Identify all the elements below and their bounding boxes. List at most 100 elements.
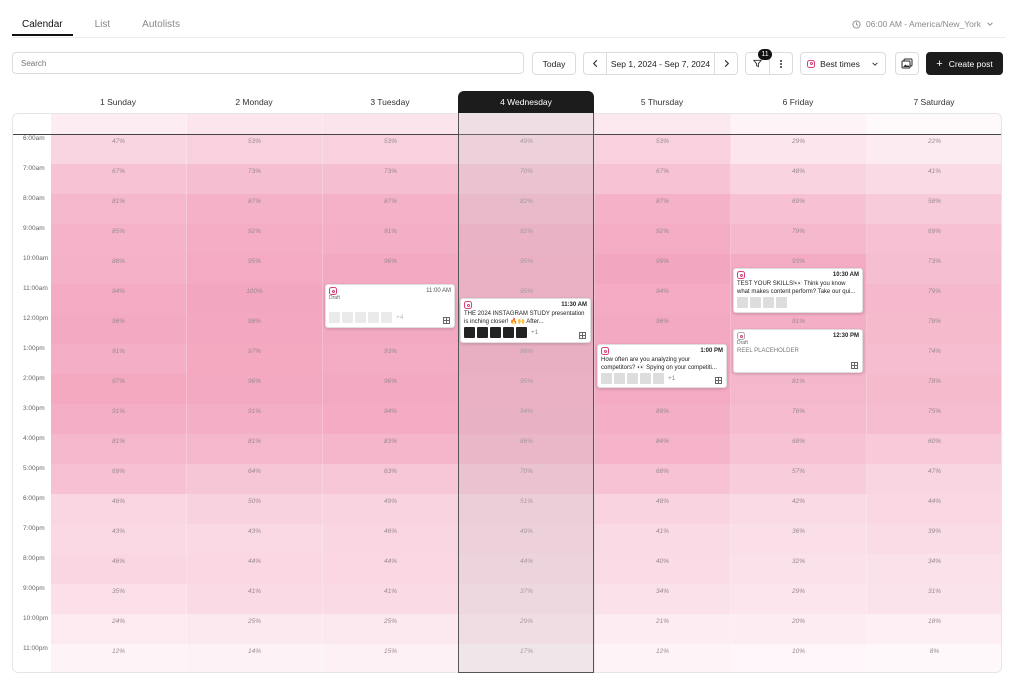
timezone-selector[interactable]: 06:00 AM - America/New_York bbox=[852, 19, 994, 29]
heatmap-cell[interactable]: 81% bbox=[51, 194, 187, 224]
heatmap-cell[interactable]: 29% bbox=[187, 114, 323, 134]
heatmap-cell[interactable]: 49% bbox=[323, 494, 459, 524]
heatmap-cell[interactable]: 41% bbox=[323, 584, 459, 614]
heatmap-cell[interactable]: 42% bbox=[731, 494, 867, 524]
heatmap-cell[interactable]: 47% bbox=[51, 134, 187, 164]
day-header[interactable]: 6 Friday bbox=[730, 91, 866, 113]
heatmap-cell[interactable]: 95% bbox=[187, 254, 323, 284]
heatmap-cell[interactable]: 41% bbox=[867, 164, 1001, 194]
tab-list[interactable]: List bbox=[85, 12, 121, 36]
heatmap-cell[interactable]: 96% bbox=[323, 254, 459, 284]
post-card[interactable]: 1:00 PM How often are you analyzing your… bbox=[597, 344, 727, 388]
heatmap-cell[interactable]: 81% bbox=[51, 434, 187, 464]
heatmap-cell[interactable]: 39% bbox=[867, 524, 1001, 554]
heatmap-cell[interactable]: 36% bbox=[731, 524, 867, 554]
heatmap-cell[interactable]: 96% bbox=[51, 314, 187, 344]
heatmap-cell[interactable]: 40% bbox=[595, 554, 731, 584]
heatmap-cell[interactable]: 73% bbox=[187, 164, 323, 194]
heatmap-cell[interactable]: 48% bbox=[595, 494, 731, 524]
heatmap-cell[interactable]: 97% bbox=[187, 344, 323, 374]
heatmap-cell[interactable]: 73% bbox=[867, 254, 1001, 284]
heatmap-cell[interactable]: 29% bbox=[731, 134, 867, 164]
day-header[interactable]: 3 Tuesday bbox=[322, 91, 458, 113]
heatmap-cell[interactable]: 25% bbox=[323, 614, 459, 644]
heatmap-cell[interactable]: 32% bbox=[731, 554, 867, 584]
heatmap-cell[interactable]: 74% bbox=[867, 344, 1001, 374]
heatmap-cell[interactable]: 79% bbox=[731, 224, 867, 254]
heatmap-cell[interactable]: 69% bbox=[731, 194, 867, 224]
heatmap-cell[interactable]: 34% bbox=[595, 584, 731, 614]
heatmap-cell[interactable]: 20% bbox=[731, 614, 867, 644]
heatmap-cell[interactable]: 21% bbox=[595, 614, 731, 644]
heatmap-cell[interactable]: 73% bbox=[323, 164, 459, 194]
heatmap-cell[interactable]: 79% bbox=[867, 284, 1001, 314]
heatmap-cell[interactable]: 44% bbox=[323, 554, 459, 584]
heatmap-cell[interactable]: 46% bbox=[323, 524, 459, 554]
heatmap-cell[interactable]: 34% bbox=[867, 554, 1001, 584]
heatmap-cell[interactable]: 53% bbox=[595, 134, 731, 164]
heatmap-cell[interactable]: 84% bbox=[595, 434, 731, 464]
media-library-button[interactable] bbox=[895, 52, 919, 75]
post-card[interactable]: 10:30 AM TEST YOUR SKILLS!👀 Think you kn… bbox=[733, 268, 863, 313]
heatmap-cell[interactable]: 96% bbox=[595, 314, 731, 344]
prev-week-button[interactable] bbox=[584, 53, 606, 74]
heatmap-cell[interactable]: 8% bbox=[867, 644, 1001, 672]
heatmap-cell[interactable]: 91% bbox=[187, 404, 323, 434]
heatmap-cell[interactable]: 43% bbox=[187, 524, 323, 554]
heatmap-cell[interactable]: 81% bbox=[187, 434, 323, 464]
more-options-button[interactable] bbox=[770, 53, 793, 74]
create-post-button[interactable]: + Create post bbox=[926, 52, 1003, 75]
heatmap-cell[interactable]: 85% bbox=[51, 224, 187, 254]
heatmap-cell[interactable]: 94% bbox=[51, 284, 187, 314]
heatmap-cell[interactable]: 46% bbox=[51, 554, 187, 584]
today-button[interactable]: Today bbox=[532, 52, 576, 75]
heatmap-cell[interactable]: 53% bbox=[323, 134, 459, 164]
heatmap-cell[interactable]: 94% bbox=[323, 404, 459, 434]
heatmap-cell[interactable]: 98% bbox=[187, 314, 323, 344]
day-header[interactable]: 7 Saturday bbox=[866, 91, 1002, 113]
heatmap-cell[interactable]: 12% bbox=[51, 644, 187, 672]
post-card[interactable]: 11:30 AM THE 2024 INSTAGRAM STUDY presen… bbox=[460, 298, 591, 343]
heatmap-cell[interactable]: 96% bbox=[323, 374, 459, 404]
heatmap-cell[interactable]: 68% bbox=[595, 464, 731, 494]
heatmap-cell[interactable]: 78% bbox=[867, 374, 1001, 404]
heatmap-cell[interactable]: 89% bbox=[595, 404, 731, 434]
heatmap-cell[interactable]: 67% bbox=[595, 164, 731, 194]
heatmap-cell[interactable]: 91% bbox=[51, 344, 187, 374]
heatmap-cell[interactable]: 15% bbox=[323, 644, 459, 672]
heatmap-cell[interactable]: 29% bbox=[731, 584, 867, 614]
post-card[interactable]: 12:30 PM Draft REEL PLACEHOLDER bbox=[733, 329, 863, 373]
heatmap-cell[interactable]: 50% bbox=[187, 494, 323, 524]
heatmap-cell[interactable]: 14% bbox=[187, 644, 323, 672]
tab-calendar[interactable]: Calendar bbox=[12, 12, 73, 36]
heatmap-cell[interactable]: 83% bbox=[323, 434, 459, 464]
heatmap-cell[interactable]: 25% bbox=[595, 114, 731, 134]
heatmap-cell[interactable]: 69% bbox=[51, 464, 187, 494]
heatmap-cell[interactable]: 87% bbox=[595, 194, 731, 224]
day-header[interactable]: 5 Thursday bbox=[594, 91, 730, 113]
heatmap-cell[interactable]: 68% bbox=[731, 434, 867, 464]
heatmap-cell[interactable]: 22% bbox=[867, 134, 1001, 164]
heatmap-cell[interactable]: 69% bbox=[867, 224, 1001, 254]
heatmap-cell[interactable]: 18% bbox=[867, 614, 1001, 644]
heatmap-cell[interactable]: 91% bbox=[323, 224, 459, 254]
heatmap-cell[interactable]: 92% bbox=[595, 224, 731, 254]
next-week-button[interactable] bbox=[715, 53, 737, 74]
heatmap-cell[interactable]: 12% bbox=[731, 114, 867, 134]
heatmap-cell[interactable]: 76% bbox=[731, 404, 867, 434]
heatmap-cell[interactable]: 41% bbox=[187, 584, 323, 614]
heatmap-cell[interactable]: 67% bbox=[51, 164, 187, 194]
heatmap-cell[interactable]: 75% bbox=[867, 404, 1001, 434]
search-input[interactable] bbox=[12, 52, 524, 74]
heatmap-cell[interactable]: 64% bbox=[187, 464, 323, 494]
heatmap-cell[interactable]: 21% bbox=[51, 114, 187, 134]
heatmap-cell[interactable]: 78% bbox=[867, 314, 1001, 344]
day-header[interactable]: 1 Sunday bbox=[50, 91, 186, 113]
heatmap-cell[interactable]: 30% bbox=[323, 114, 459, 134]
heatmap-cell[interactable]: 53% bbox=[187, 134, 323, 164]
heatmap-cell[interactable]: 46% bbox=[51, 494, 187, 524]
heatmap-cell[interactable]: 91% bbox=[51, 404, 187, 434]
day-header[interactable]: 2 Monday bbox=[186, 91, 322, 113]
heatmap-cell[interactable]: 25% bbox=[187, 614, 323, 644]
heatmap-cell[interactable]: 96% bbox=[187, 374, 323, 404]
